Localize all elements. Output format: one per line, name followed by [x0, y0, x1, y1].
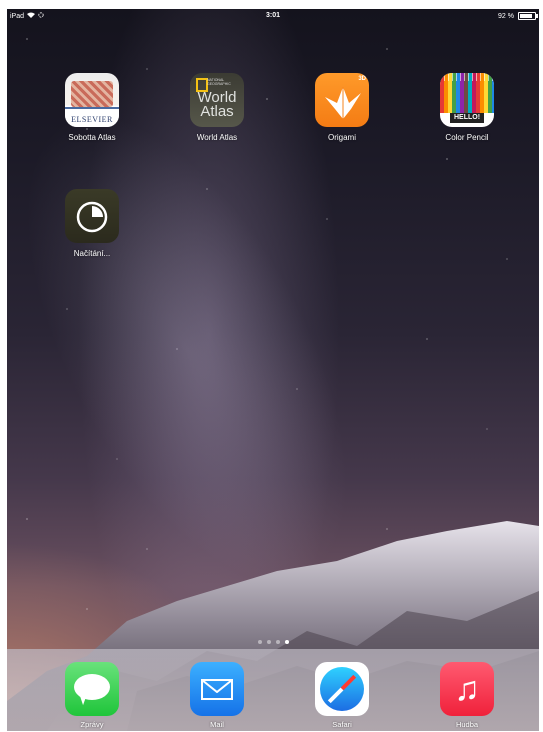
- hello-banner: HELLO!: [450, 113, 484, 123]
- ipad-home-screen: iPad 3:01 92 % ELSEVIER Sobotta Atlas NA…: [7, 9, 539, 731]
- publisher-text: NATIONAL GEOGRAPHIC: [207, 78, 231, 86]
- app-origami[interactable]: 3D Origami: [297, 73, 387, 142]
- mail-icon: [190, 662, 244, 716]
- battery-icon: [518, 12, 538, 20]
- sobotta-atlas-icon: ELSEVIER: [65, 73, 119, 127]
- clock: 3:01: [265, 12, 280, 19]
- battery-percent: 92 %: [498, 12, 514, 20]
- app-label: Sobotta Atlas: [68, 133, 116, 142]
- page-indicator[interactable]: [7, 640, 539, 644]
- app-label: Zprávy: [80, 720, 104, 729]
- dock-app-mail[interactable]: Mail: [172, 662, 262, 729]
- dock: Zprávy Mail Safari ♫ Hudba: [7, 649, 539, 731]
- dock-app-messages[interactable]: Zprávy: [47, 662, 137, 729]
- app-loading[interactable]: Načítání...: [47, 189, 137, 258]
- safari-compass-icon: [315, 662, 369, 716]
- app-label: Origami: [327, 133, 356, 142]
- app-label: Mail: [210, 720, 224, 729]
- app-sobotta-atlas[interactable]: ELSEVIER Sobotta Atlas: [47, 73, 137, 142]
- world-atlas-title: World Atlas: [197, 89, 237, 120]
- app-label: Safari: [332, 720, 352, 729]
- app-label: Načítání...: [73, 249, 111, 258]
- app-color-pencil[interactable]: HELLO! Color Pencil: [422, 73, 512, 142]
- page-dot[interactable]: [275, 640, 280, 644]
- status-bar: iPad 3:01 92 %: [7, 9, 539, 23]
- page-dot[interactable]: [257, 640, 262, 644]
- app-label: World Atlas: [196, 133, 238, 142]
- messages-icon: [65, 662, 119, 716]
- app-world-atlas[interactable]: NATIONAL GEOGRAPHIC World Atlas World At…: [172, 73, 262, 142]
- music-note-icon: ♫: [440, 662, 494, 716]
- origami-badge: 3D: [358, 76, 366, 82]
- music-note-glyph: ♫: [454, 670, 480, 708]
- origami-crane-icon: 3D: [315, 73, 369, 127]
- color-pencil-icon: HELLO!: [440, 73, 494, 127]
- app-label: Color Pencil: [445, 133, 489, 142]
- dock-app-music[interactable]: ♫ Hudba: [422, 662, 512, 729]
- page-dot-current[interactable]: [284, 640, 289, 644]
- dock-app-safari[interactable]: Safari: [297, 662, 387, 729]
- loading-progress-icon: [65, 189, 119, 243]
- world-atlas-icon: NATIONAL GEOGRAPHIC World Atlas: [190, 73, 244, 127]
- page-dot[interactable]: [266, 640, 271, 644]
- app-label: Hudba: [455, 720, 479, 729]
- elsevier-brand-text: ELSEVIER: [71, 115, 113, 124]
